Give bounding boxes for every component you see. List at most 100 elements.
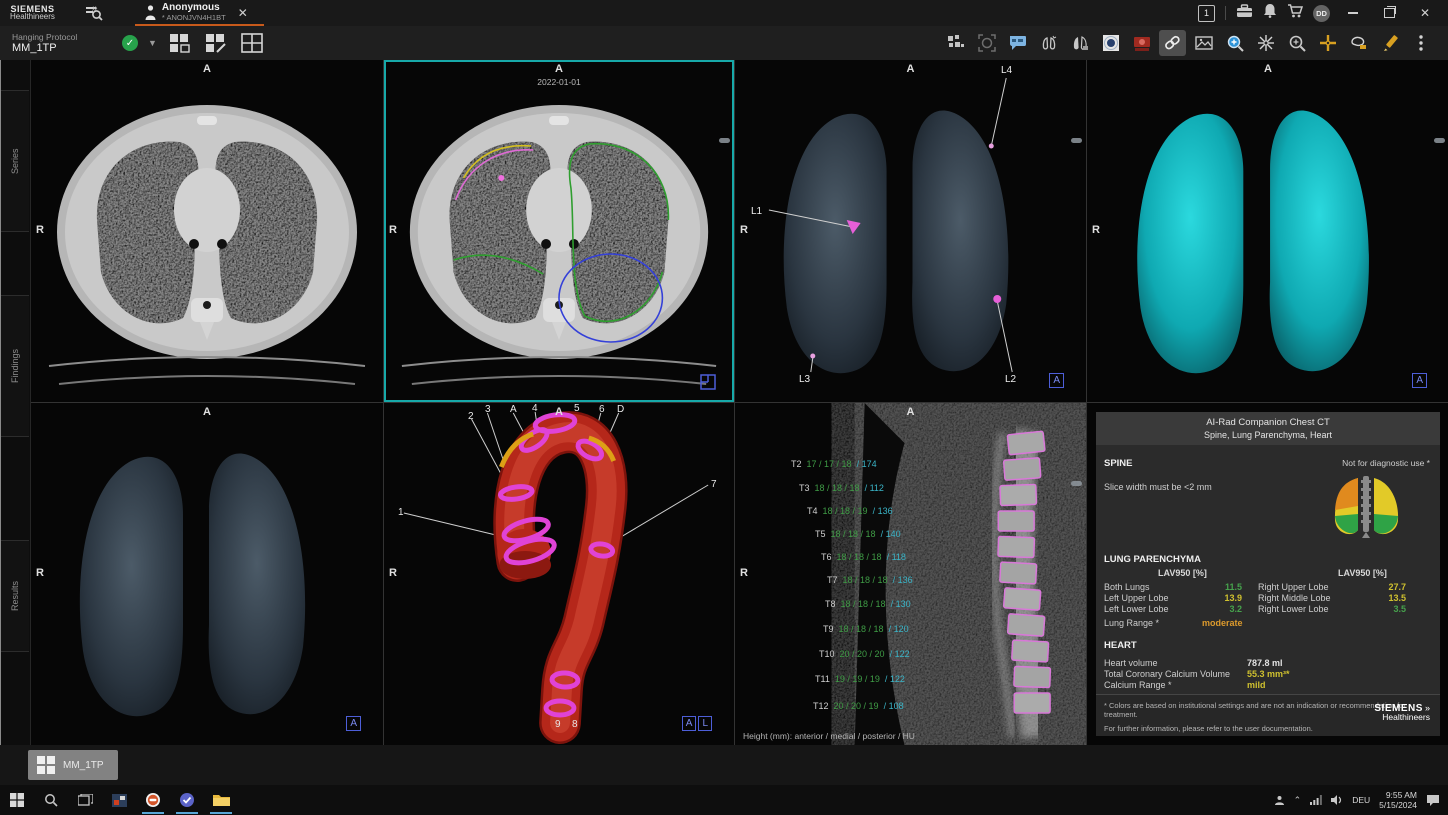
speaker-icon[interactable]: [1331, 795, 1343, 805]
tool-pen-measure[interactable]: [1376, 30, 1403, 56]
lesion-label[interactable]: L2: [1005, 374, 1016, 385]
aorta-segment-label[interactable]: 1: [398, 507, 404, 518]
monitor-layout-badge[interactable]: 1: [1198, 5, 1215, 22]
lesion-label[interactable]: L1: [751, 206, 762, 217]
vertebra-row[interactable]: T918 / 18 / 18/ 120: [823, 624, 909, 634]
aorta-segment-label[interactable]: 5: [574, 403, 580, 414]
language-indicator[interactable]: DEU: [1352, 795, 1370, 805]
tool-snapshot[interactable]: [1128, 30, 1155, 56]
patient-tab[interactable]: Anonymous * ANONJVN4H1BT ✕: [135, 0, 264, 26]
vertebra-row[interactable]: T318 / 18 / 18/ 112: [799, 483, 884, 493]
aorta-segment-label[interactable]: 3: [485, 404, 491, 415]
viewport-lung-cyan[interactable]: A R A: [1087, 60, 1448, 402]
store-button[interactable]: [1287, 4, 1303, 23]
tool-crosshair[interactable]: [1314, 30, 1341, 56]
vertebra-row[interactable]: T1220 / 20 / 19/ 108: [813, 701, 904, 711]
mpr-layout-badge-icon[interactable]: [700, 374, 716, 390]
tool-magnifier-plus[interactable]: [1283, 30, 1310, 56]
results-panel: AI-Rad Companion Chest CT Spine, Lung Pa…: [1096, 412, 1440, 736]
tool-auto-center[interactable]: [973, 30, 1000, 56]
tool-zoom-in[interactable]: [1221, 30, 1248, 56]
lesion-label[interactable]: L4: [1001, 65, 1012, 76]
vertebra-row[interactable]: T217 / 17 / 18/ 174: [791, 459, 877, 469]
vertebra-row[interactable]: T618 / 18 / 18/ 118: [821, 552, 906, 562]
tool-sphere-view[interactable]: [1097, 30, 1124, 56]
tool-freeform-roi[interactable]: [1345, 30, 1372, 56]
tool-link-series[interactable]: [1159, 30, 1186, 56]
network-icon[interactable]: [1310, 795, 1322, 805]
scroll-indicator[interactable]: [1071, 138, 1082, 143]
close-window-button[interactable]: ✕: [1412, 2, 1438, 24]
aorta-segment-label[interactable]: A: [510, 404, 517, 415]
vertebra-row[interactable]: T518 / 18 / 18/ 140: [815, 529, 901, 539]
vertebra-row[interactable]: T1119 / 19 / 19/ 122: [815, 674, 905, 684]
magnifier-plus-icon: [1288, 34, 1306, 52]
vertebra-row[interactable]: T1020 / 20 / 20/ 122: [819, 649, 910, 659]
viewport-results-panel[interactable]: AI-Rad Companion Chest CT Spine, Lung Pa…: [1087, 403, 1448, 745]
restore-icon: [1384, 8, 1395, 18]
viewport-lung-red-overlay[interactable]: A R A: [31, 403, 383, 745]
viewport-ct-contoured[interactable]: A 2022-01-01 R: [384, 60, 734, 402]
layout-tab-mm1tp[interactable]: MM_1TP: [28, 750, 118, 780]
rail-tab-series[interactable]: Series: [1, 90, 29, 232]
patient-name: Anonymous: [162, 3, 226, 13]
windows-logo-icon: [10, 793, 24, 807]
vertebra-row[interactable]: T418 / 18 / 19/ 136: [807, 506, 893, 516]
taskbar-app-blue-check[interactable]: [170, 785, 204, 815]
scroll-indicator[interactable]: [1434, 138, 1445, 143]
viewport-aorta-3d[interactable]: A R 123A456D789 AL: [384, 403, 734, 745]
viewport-lung-findings[interactable]: A R L1L2L3L4 A: [735, 60, 1086, 402]
tool-more-options[interactable]: [1407, 30, 1434, 56]
tool-lung-lobes[interactable]: [1066, 30, 1093, 56]
patient-icon: [145, 5, 156, 21]
task-view-button[interactable]: [68, 785, 102, 815]
tray-app-icon[interactable]: [1274, 795, 1285, 806]
lungs-icon: [1040, 34, 1058, 52]
vertebra-row[interactable]: T718 / 18 / 18/ 136: [827, 575, 913, 585]
taskbar-app-orange[interactable]: [136, 785, 170, 815]
aorta-segment-label[interactable]: 8: [572, 719, 578, 730]
tool-lung-analysis[interactable]: [1035, 30, 1062, 56]
aorta-segment-label[interactable]: 7: [711, 479, 717, 490]
start-button[interactable]: [0, 785, 34, 815]
tray-expand-icon[interactable]: ⌃: [1294, 795, 1302, 806]
layout-grid-button[interactable]: [237, 30, 267, 56]
layout-edit-button[interactable]: [201, 30, 231, 56]
aorta-segment-label[interactable]: D: [617, 404, 624, 415]
tool-annotations[interactable]: [1004, 30, 1031, 56]
brand-arrow-icon: »: [92, 5, 98, 13]
cases-button[interactable]: [1236, 4, 1253, 23]
taskbar-search-button[interactable]: [34, 785, 68, 815]
close-patient-icon[interactable]: ✕: [232, 6, 254, 20]
user-avatar[interactable]: DD: [1313, 5, 1330, 22]
scroll-indicator[interactable]: [1071, 481, 1082, 486]
minimize-button[interactable]: [1340, 2, 1366, 24]
viewport-ct-axial[interactable]: A R: [31, 60, 383, 402]
notifications-button[interactable]: [1263, 3, 1277, 23]
aorta-segment-label[interactable]: 9: [555, 719, 561, 730]
aorta-segment-label[interactable]: 6: [599, 404, 605, 415]
tool-windowing-star[interactable]: [1252, 30, 1279, 56]
rail-tab-results[interactable]: Results: [1, 540, 29, 652]
orientation-anterior-label: A: [1264, 63, 1272, 75]
action-center-icon[interactable]: [1426, 794, 1440, 806]
tool-image-gallery[interactable]: [1190, 30, 1217, 56]
rail-tab-findings[interactable]: Findings: [1, 295, 29, 437]
aorta-segment-label[interactable]: 4: [532, 403, 538, 414]
scroll-indicator[interactable]: [719, 138, 730, 143]
minimize-icon: [1348, 12, 1358, 14]
taskbar-app-pinned[interactable]: [102, 785, 136, 815]
aorta-segment-label[interactable]: 2: [468, 411, 474, 422]
lesion-label[interactable]: L3: [799, 374, 810, 385]
layout-series-button[interactable]: [165, 30, 195, 56]
hanging-protocol-selector[interactable]: Hanging Protocol MM_1TP: [12, 32, 122, 54]
taskbar-file-explorer[interactable]: [204, 785, 238, 815]
heart-table-row: Total Coronary Calcium Volume55.3 mm³*: [1104, 669, 1404, 680]
taskbar-clock[interactable]: 9:55 AM 5/15/2024: [1379, 790, 1417, 810]
viewport-spine-sagittal[interactable]: A R T217 / 17 / 18/ 174T318 / 18 / 18/ 1…: [735, 403, 1086, 745]
restore-button[interactable]: [1376, 2, 1402, 24]
tool-pixel-lens[interactable]: [942, 30, 969, 56]
chevron-down-icon[interactable]: ▼: [148, 38, 157, 48]
vertebra-row[interactable]: T818 / 18 / 18/ 130: [825, 599, 911, 609]
viewport-grid: A R A 2022-01-01 R: [31, 60, 1448, 745]
